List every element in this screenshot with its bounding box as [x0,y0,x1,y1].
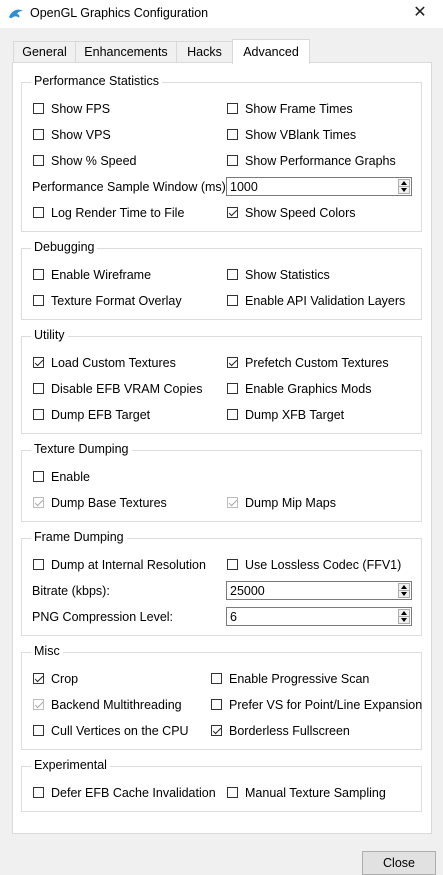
tab-general[interactable]: General [13,41,76,62]
tab-enhancements[interactable]: Enhancements [75,41,177,62]
spin-down-icon [398,590,410,598]
sample-window-spinbox[interactable]: 1000 [226,177,412,196]
group-debugging [21,248,422,320]
title-bar: OpenGL Graphics Configuration ✕ [0,0,443,28]
group-title-performance: Performance Statistics [31,74,163,88]
group-title-texture-dumping: Texture Dumping [31,442,132,456]
close-button[interactable]: Close [362,851,436,875]
bitrate-spinbox[interactable]: 25000 [226,581,412,600]
bitrate-label: Bitrate (kbps): [32,584,110,598]
png-compression-label: PNG Compression Level: [32,610,174,624]
tab-advanced[interactable]: Advanced [232,39,310,64]
group-title-experimental: Experimental [31,758,110,772]
group-title-frame-dumping: Frame Dumping [31,530,127,544]
spin-down-icon [398,186,410,194]
group-title-debugging: Debugging [31,240,98,254]
window-title: OpenGL Graphics Configuration [30,6,209,20]
tab-hacks[interactable]: Hacks [176,41,233,62]
dolphin-logo-icon [9,9,23,19]
group-title-utility: Utility [31,328,68,342]
group-title-misc: Misc [31,644,63,658]
spin-down-icon [398,616,410,624]
png-compression-spinbox[interactable]: 6 [226,607,412,626]
group-texture-dumping [21,450,422,522]
close-window-icon[interactable]: ✕ [409,3,431,23]
sample-window-label: Performance Sample Window (ms): [32,180,230,194]
